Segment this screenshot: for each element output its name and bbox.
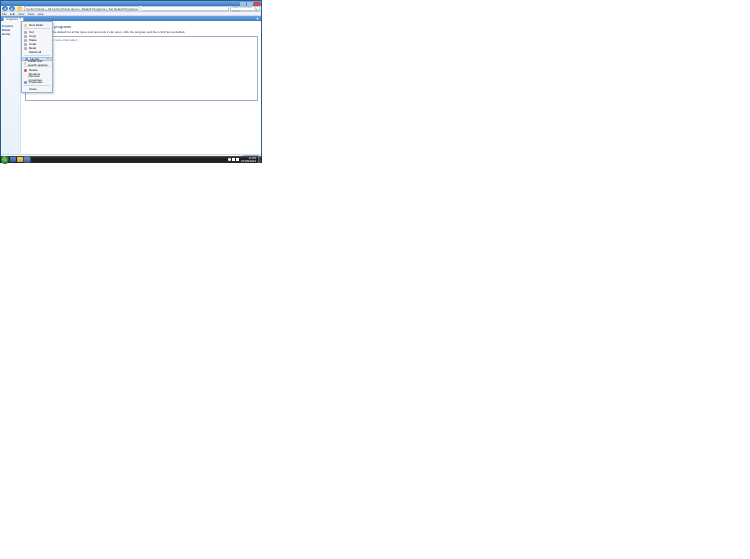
main: Set your default programs To set a progr… — [21, 21, 261, 154]
organize-menu: New folder Cut Copy Paste Undo Redo Sele… — [21, 21, 53, 93]
breadcrumb-item[interactable]: All Control Panel Items — [48, 7, 79, 11]
chevron-down-icon: ▼ — [19, 18, 21, 20]
search-input[interactable]: Search Control Panel 🔍 — [230, 6, 260, 11]
forward-button[interactable]: ► — [9, 6, 15, 11]
menu-folder-options[interactable]: Folder and search options — [22, 61, 52, 65]
folder-icon — [24, 62, 26, 65]
show-desktop-button[interactable] — [258, 156, 261, 163]
menu-select-all[interactable]: Select all — [22, 50, 52, 54]
window: ◄ ► Control Panel▸ All Control Panel Ite… — [0, 0, 262, 163]
properties-icon — [24, 81, 27, 84]
system-tray: 11:09 07/08/2013 — [228, 156, 262, 163]
windows-icon — [3, 158, 7, 162]
breadcrumb-item[interactable]: Set Default Programs — [109, 7, 138, 11]
start-button[interactable] — [1, 156, 9, 164]
page-heading: Set your default programs — [25, 24, 258, 29]
menu-new-folder[interactable]: New folder — [22, 23, 52, 27]
close-button[interactable] — [254, 2, 260, 6]
taskbar-active-window[interactable] — [24, 157, 30, 162]
folder-icon — [17, 6, 22, 11]
program-list[interactable]: Select a program for more information — [25, 36, 258, 101]
menu-tools[interactable]: Tools — [27, 12, 34, 16]
folder-icon — [24, 24, 27, 27]
organize-button[interactable]: Organize▼ — [3, 17, 24, 21]
list-hint: Select a program for more information — [27, 38, 256, 42]
taskbar-ie[interactable] — [10, 157, 16, 162]
taskbar: 11:09 07/08/2013 — [0, 156, 262, 163]
menu-help[interactable]: Help — [37, 12, 43, 16]
menu-edit[interactable]: Edit — [10, 12, 15, 16]
menu-close[interactable]: Close — [22, 87, 52, 91]
sidebar-heading: Control Panel Home — [2, 24, 19, 36]
back-button[interactable]: ◄ — [2, 6, 8, 11]
menu-file[interactable]: File — [2, 12, 7, 16]
tray-network-icon[interactable] — [232, 158, 235, 161]
sidebar: Control Panel Home — [1, 21, 21, 154]
content: Control Panel Home New folder Cut Copy P… — [1, 21, 261, 154]
help-icon[interactable]: ? — [256, 17, 259, 20]
tray-flag-icon[interactable] — [228, 158, 231, 161]
breadcrumb-dropdown[interactable] — [138, 6, 142, 11]
tray-volume-icon[interactable] — [236, 158, 239, 161]
menu-view[interactable]: View — [18, 12, 24, 16]
page-subheading: To set a program as the default for all … — [25, 30, 258, 34]
breadcrumb-item[interactable]: Default Programs — [82, 7, 105, 11]
breadcrumb[interactable]: Control Panel▸ All Control Panel Items▸ … — [24, 6, 229, 11]
breadcrumb-item[interactable]: Control Panel — [26, 7, 44, 11]
search-icon: 🔍 — [254, 7, 258, 11]
menu-properties[interactable]: Properties — [22, 80, 52, 84]
clock[interactable]: 11:09 07/08/2013 — [240, 157, 257, 163]
taskbar-explorer[interactable] — [17, 157, 23, 162]
